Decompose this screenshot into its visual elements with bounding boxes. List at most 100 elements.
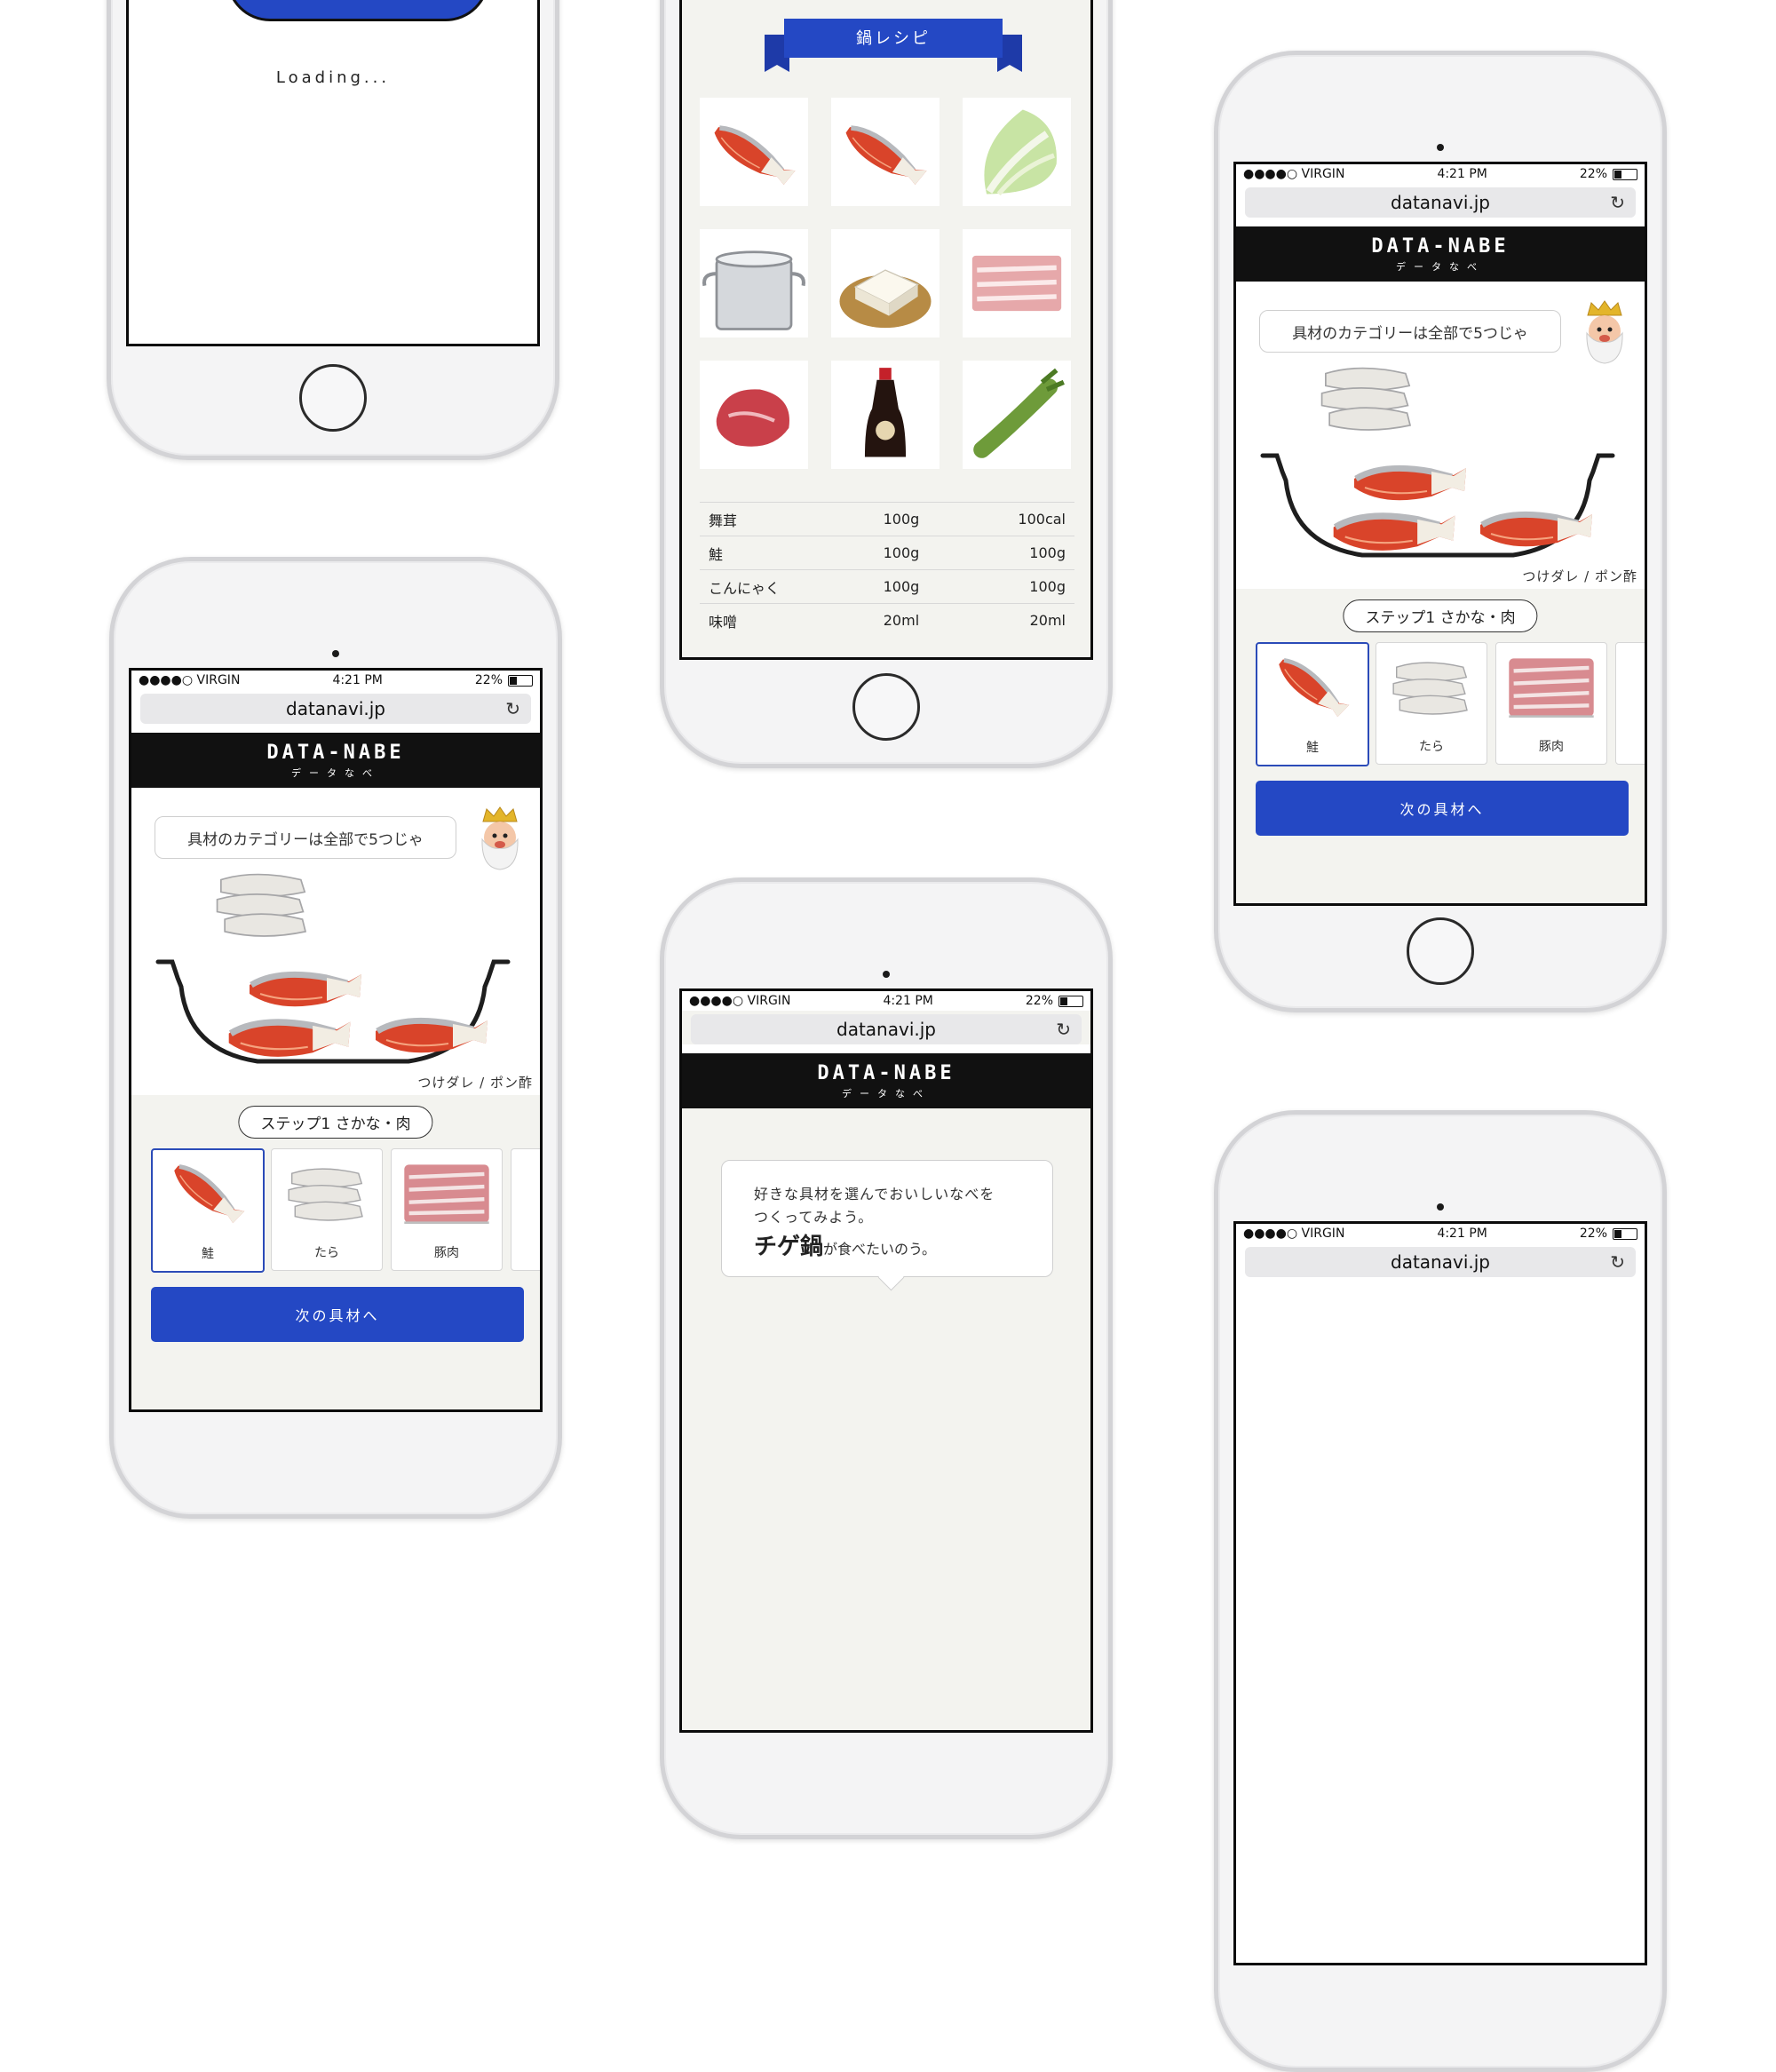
- pork-icon: [400, 1156, 494, 1231]
- ingredient-name: こんにゃく: [700, 569, 851, 604]
- sauce-label: つけダレ / ポン酢: [1522, 568, 1637, 584]
- carrier-label: ●●●●○ VIRGIN: [1243, 1227, 1345, 1241]
- ingredient-amount: 20ml: [851, 603, 952, 637]
- clock: 4:21 PM: [332, 673, 383, 687]
- card-label: たら: [314, 1246, 339, 1260]
- front-camera: [332, 650, 339, 657]
- select-screen: ●●●●○ VIRGIN 4:21 PM 22% datanavi.jp ↻ D…: [129, 668, 543, 1412]
- ingredient-card-cod[interactable]: たら: [1376, 642, 1487, 765]
- battery-icon: [1613, 168, 1637, 180]
- salmon-icon: [1259, 644, 1366, 733]
- table-row: こんにゃく 100g 100g: [700, 569, 1074, 604]
- ingredient-card-cod[interactable]: たら: [271, 1148, 383, 1271]
- ingredient-tile-pot[interactable]: [700, 229, 808, 337]
- reload-icon[interactable]: ↻: [1610, 1251, 1625, 1273]
- ingredient-tile-soy-sauce[interactable]: [831, 361, 940, 469]
- ingredient-card-more[interactable]: [511, 1148, 540, 1271]
- carrier-label: ●●●●○ VIRGIN: [139, 673, 241, 687]
- card-label: 鮭: [202, 1247, 214, 1261]
- brand-logo: DATA-NABE: [1371, 234, 1510, 258]
- soy-sauce-icon: [831, 361, 940, 469]
- reload-icon[interactable]: ↻: [1056, 1019, 1071, 1040]
- front-camera: [1437, 144, 1444, 151]
- king-mascot-icon: [1579, 299, 1630, 365]
- tofu-icon: [831, 229, 940, 337]
- intro-bubble: 好きな具材を選んでおいしいなべを つくってみよう。 チゲ鍋が食べたいのう。: [721, 1160, 1053, 1291]
- ingredient-tile-pork[interactable]: [963, 229, 1071, 337]
- ingredient-tile-wasabi[interactable]: [963, 361, 1071, 469]
- bubble-tail: [877, 1264, 905, 1291]
- status-bar: ●●●●○ VIRGIN 4:21 PM 22%: [1236, 1224, 1645, 1243]
- address-bar[interactable]: datanavi.jp ↻: [1245, 187, 1636, 218]
- brand-header: DATA-NABE データなべ: [682, 1053, 1090, 1108]
- url-text: datanavi.jp: [1391, 192, 1490, 213]
- ingredient-tile-salmon[interactable]: [831, 98, 940, 206]
- card-label: 豚肉: [1539, 740, 1564, 754]
- loading-screen: Loading...: [126, 0, 540, 346]
- ingredient-card-more[interactable]: [1615, 642, 1645, 765]
- cabbage-icon: [963, 98, 1071, 206]
- ingredient-card-pork[interactable]: 豚肉: [391, 1148, 503, 1271]
- next-ingredient-button[interactable]: 次の具材へ: [151, 1287, 524, 1342]
- reload-icon[interactable]: ↻: [1610, 192, 1625, 213]
- phone-select-left: ●●●●○ VIRGIN 4:21 PM 22% datanavi.jp ↻ D…: [109, 557, 562, 1519]
- brand-kana: データなべ: [842, 1087, 931, 1100]
- address-bar[interactable]: datanavi.jp ↻: [691, 1014, 1082, 1044]
- url-text: datanavi.jp: [1391, 1251, 1490, 1273]
- pork-icon: [963, 229, 1071, 337]
- brand-header: DATA-NABE データなべ: [1236, 226, 1645, 282]
- wasabi-icon: [963, 361, 1071, 469]
- ingredient-amount: 100g: [851, 502, 952, 536]
- app-icon: [226, 0, 489, 21]
- pot-icon: [700, 229, 808, 337]
- ingredient-name: 味噌: [700, 603, 851, 637]
- ingredient-tile-cabbage[interactable]: [963, 98, 1071, 206]
- battery-percent: 22%: [1579, 167, 1607, 181]
- address-bar[interactable]: datanavi.jp ↻: [140, 694, 531, 724]
- card-label: たら: [1419, 740, 1444, 754]
- battery-percent: 22%: [1025, 994, 1053, 1008]
- nabe-pot: [1260, 367, 1615, 558]
- ingredient-tile-beef[interactable]: [700, 361, 808, 469]
- clock: 4:21 PM: [1437, 1227, 1487, 1241]
- intro-screen: ●●●●○ VIRGIN 4:21 PM 22% datanavi.jp ↻ D…: [679, 988, 1093, 1733]
- recipe-title: 鍋レシピ: [856, 29, 931, 48]
- speech-bubble: 具材のカテゴリーは全部で5つじゃ: [155, 816, 456, 859]
- intro-line-2: つくってみよう。: [754, 1209, 874, 1226]
- salmon-icon: [700, 98, 808, 206]
- ingredient-calorie: 100g: [951, 569, 1074, 604]
- battery-icon: [1613, 1227, 1637, 1240]
- card-label: 豚肉: [434, 1246, 459, 1260]
- battery-icon: [1058, 995, 1083, 1007]
- address-bar[interactable]: datanavi.jp ↻: [1245, 1247, 1636, 1277]
- ingredient-tile-salmon[interactable]: [700, 98, 808, 206]
- king-mascot-icon: [474, 806, 526, 871]
- recipe-screen: 鍋レシピ 舞茸 100g 100cal 鮭 100g 100g こんにゃく 10…: [679, 0, 1093, 660]
- ingredient-card-pork[interactable]: 豚肉: [1495, 642, 1607, 765]
- intro-dish: チゲ鍋: [754, 1234, 824, 1260]
- ingredient-amount: 100g: [851, 536, 952, 570]
- ingredient-tile-tofu[interactable]: [831, 229, 940, 337]
- pork-icon: [1504, 650, 1598, 725]
- home-button[interactable]: [299, 364, 367, 432]
- home-button[interactable]: [852, 673, 920, 741]
- ingredient-calorie: 100g: [951, 536, 1074, 570]
- next-ingredient-button[interactable]: 次の具材へ: [1256, 781, 1629, 836]
- phone-select-right: ●●●●○ VIRGIN 4:21 PM 22% datanavi.jp ↻ D…: [1214, 51, 1667, 1012]
- table-row: 味噌 20ml 20ml: [700, 603, 1074, 637]
- selection-panel: ステップ1 さかな・肉 鮭 たら 豚肉 次の具材へ: [131, 1095, 540, 1409]
- loading-text: Loading...: [275, 68, 391, 87]
- speech-bubble: 具材のカテゴリーは全部で5つじゃ: [1259, 310, 1561, 353]
- select-screen: ●●●●○ VIRGIN 4:21 PM 22% datanavi.jp ↻ D…: [1233, 162, 1647, 906]
- ingredient-card-salmon[interactable]: 鮭: [1256, 642, 1369, 766]
- ingredient-card-salmon[interactable]: 鮭: [151, 1148, 265, 1273]
- clock: 4:21 PM: [883, 994, 933, 1008]
- carrier-label: ●●●●○ VIRGIN: [1243, 167, 1345, 181]
- cod-icon: [282, 1158, 371, 1229]
- recipe-table: 舞茸 100g 100cal 鮭 100g 100g こんにゃく 100g 10…: [700, 502, 1074, 637]
- phone-loading: Loading...: [107, 0, 559, 460]
- battery-percent: 22%: [474, 673, 503, 687]
- reload-icon[interactable]: ↻: [505, 698, 520, 719]
- home-button[interactable]: [1407, 917, 1474, 985]
- salmon-icon: [155, 1150, 261, 1239]
